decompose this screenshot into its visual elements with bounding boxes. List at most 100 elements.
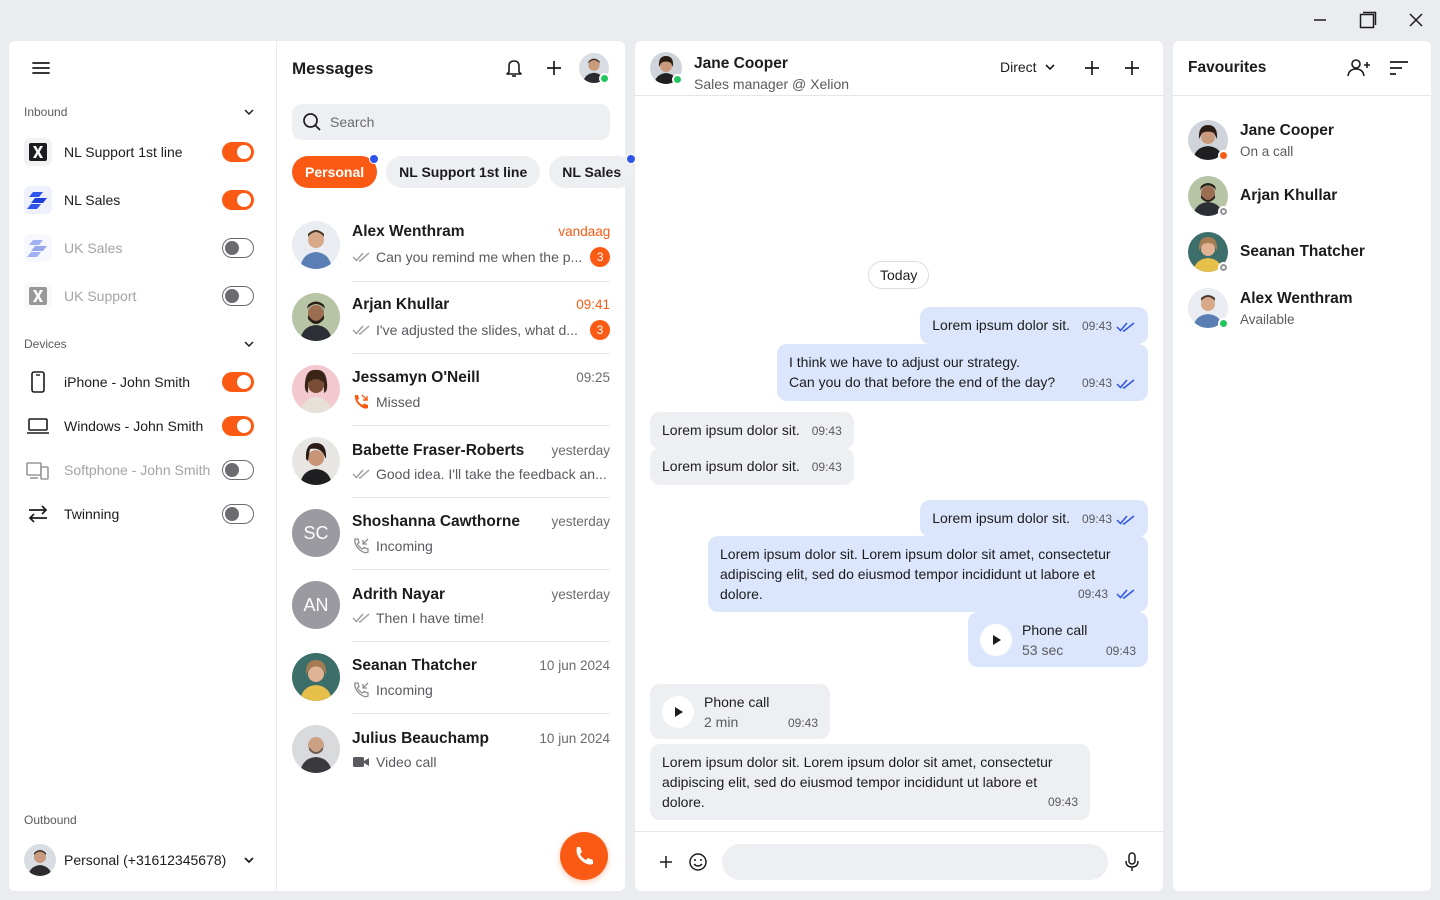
sort-icon	[1390, 61, 1408, 75]
chat-contact-name: Jane Cooper	[694, 55, 788, 72]
chip-personal[interactable]: Personal	[292, 154, 380, 188]
list-item[interactable]: Alex Wenthram vandaag Can you remind me w…	[292, 209, 611, 281]
contact-name: Adrith Nayar	[352, 585, 446, 603]
search-box[interactable]	[292, 104, 610, 140]
device-toggle[interactable]	[222, 460, 254, 480]
avatar[interactable]	[650, 52, 683, 85]
outbound-value: Personal (+31612345678)	[64, 852, 227, 868]
sort-button[interactable]	[1387, 56, 1411, 80]
plus-icon	[547, 61, 561, 75]
outgoing-message[interactable]: Lorem ipsum dolor sit. Lorem ipsum dolor…	[708, 536, 1148, 612]
device-label: Softphone - John Smith	[64, 462, 211, 478]
incoming-call-icon	[354, 537, 369, 553]
incoming-call-message[interactable]: Phone call 2 min 09:43	[650, 684, 830, 739]
device-toggle[interactable]	[222, 372, 254, 392]
close-icon[interactable]	[1392, 0, 1440, 40]
list-item[interactable]: Babette Fraser-Roberts yesterday Good ide…	[292, 425, 610, 497]
list-item[interactable]: Seanan Thatcher 10 jun 2024 Incoming	[292, 641, 610, 713]
line-label: NL Support 1st line	[64, 144, 183, 160]
new-message-button[interactable]	[542, 56, 566, 80]
menu-icon[interactable]	[29, 57, 53, 79]
chevron-down-icon	[244, 109, 254, 116]
avatar	[1188, 232, 1229, 273]
devices-section-header[interactable]: Devices	[24, 334, 256, 354]
message-text: I think we have to adjust our strategy.	[789, 354, 1020, 370]
inbound-section-header[interactable]: Inbound	[24, 102, 256, 122]
device-toggle[interactable]	[222, 504, 254, 524]
bell-icon[interactable]	[502, 56, 526, 80]
incoming-message[interactable]: Lorem ipsum dolor sit. Lorem ipsum dolor…	[650, 744, 1090, 820]
line-label: NL Sales	[64, 192, 121, 208]
user-avatar[interactable]	[579, 53, 610, 84]
add-participant-button[interactable]	[1120, 56, 1144, 80]
device-softphone[interactable]: Softphone - John Smith	[24, 454, 254, 486]
maximize-icon[interactable]	[1344, 0, 1392, 40]
add-favourite-button[interactable]	[1347, 56, 1371, 80]
message-text: Lorem ipsum dolor sit.	[932, 317, 1070, 333]
device-windows[interactable]: Windows - John Smith	[24, 410, 254, 442]
search-icon	[303, 113, 321, 131]
emoji-button[interactable]	[686, 850, 710, 874]
devices-label: Devices	[24, 337, 67, 351]
list-item[interactable]: AN Adrith Nayar yesterday Then I have tim…	[292, 569, 610, 641]
device-twinning[interactable]: Twinning	[24, 498, 254, 530]
play-button[interactable]	[980, 624, 1012, 656]
play-icon	[675, 707, 683, 717]
outgoing-call-message[interactable]: Phone call 53 sec 09:43	[968, 612, 1148, 667]
avatar	[1188, 288, 1229, 329]
incoming-message[interactable]: Lorem ipsum dolor sit. 09:43	[650, 412, 854, 449]
incoming-call-icon	[354, 681, 369, 697]
list-item[interactable]: SC Shoshanna Cawthorne yesterday Incoming	[292, 497, 610, 569]
line-uk-support[interactable]: UK Support	[24, 280, 254, 312]
device-iphone[interactable]: iPhone - John Smith	[24, 366, 254, 398]
double-check-icon	[352, 252, 370, 262]
contact-name: Seanan Thatcher	[352, 656, 477, 674]
message-time: 09:43	[1081, 319, 1112, 333]
video-icon	[353, 756, 369, 767]
line-nl-support[interactable]: NL Support 1st line	[24, 136, 254, 168]
timestamp: yesterday	[551, 586, 610, 602]
line-toggle[interactable]	[222, 286, 254, 306]
message-time: 09:43	[1081, 512, 1112, 526]
busy-status-dot	[1218, 150, 1229, 161]
voice-button[interactable]	[1120, 850, 1144, 874]
avatar	[1188, 176, 1229, 217]
minimize-icon[interactable]	[1296, 0, 1344, 40]
list-item[interactable]: Julius Beauchamp 10 jun 2024 Video call	[292, 713, 610, 785]
favourite-item[interactable]: Seanan Thatcher	[1188, 230, 1365, 274]
device-toggle[interactable]	[222, 416, 254, 436]
search-input[interactable]	[330, 114, 590, 130]
list-item[interactable]: Arjan Khullar 09:41 I've adjusted the sli…	[292, 281, 610, 353]
messages-panel: Messages Personal NL Support 1st line NL…	[277, 41, 637, 891]
incoming-message[interactable]: Lorem ipsum dolor sit. 09:43	[650, 448, 854, 485]
message-time: 09:43	[1105, 644, 1136, 658]
line-toggle[interactable]	[222, 238, 254, 258]
timestamp: 09:41	[576, 296, 610, 312]
chip-nl-sales[interactable]: NL Sales	[549, 154, 637, 188]
outbound-selector[interactable]: Personal (+31612345678)	[24, 844, 256, 876]
play-button[interactable]	[662, 696, 694, 728]
line-label: UK Support	[64, 288, 137, 304]
direct-dropdown[interactable]: Direct	[1000, 59, 1057, 75]
new-call-button[interactable]	[560, 832, 608, 880]
favourite-item[interactable]: Alex Wenthram Available	[1188, 286, 1353, 330]
favourite-item[interactable]: Jane Cooper On a call	[1188, 118, 1334, 162]
message-text: Lorem ipsum dolor sit.	[662, 458, 800, 474]
add-button[interactable]	[1080, 56, 1104, 80]
outgoing-message[interactable]: Lorem ipsum dolor sit. 09:43	[920, 307, 1148, 344]
line-nl-sales[interactable]: NL Sales	[24, 184, 254, 216]
device-label: Twinning	[64, 506, 120, 522]
outgoing-message[interactable]: Lorem ipsum dolor sit. 09:43	[920, 500, 1148, 537]
message-input[interactable]	[722, 844, 1108, 880]
line-toggle[interactable]	[222, 142, 254, 162]
list-item[interactable]: Jessamyn O'Neill 09:25 Missed	[292, 353, 610, 425]
outgoing-message[interactable]: I think we have to adjust our strategy. …	[777, 344, 1148, 401]
line-toggle[interactable]	[222, 190, 254, 210]
attach-button[interactable]	[654, 850, 678, 874]
favourite-item[interactable]: Arjan Khullar	[1188, 174, 1337, 218]
missed-call-icon	[354, 394, 368, 409]
chip-nl-support[interactable]: NL Support 1st line	[386, 156, 541, 188]
call-duration: 53 sec	[1022, 642, 1064, 658]
line-uk-sales[interactable]: UK Sales	[24, 232, 254, 264]
message-time: 09:43	[1047, 795, 1078, 809]
